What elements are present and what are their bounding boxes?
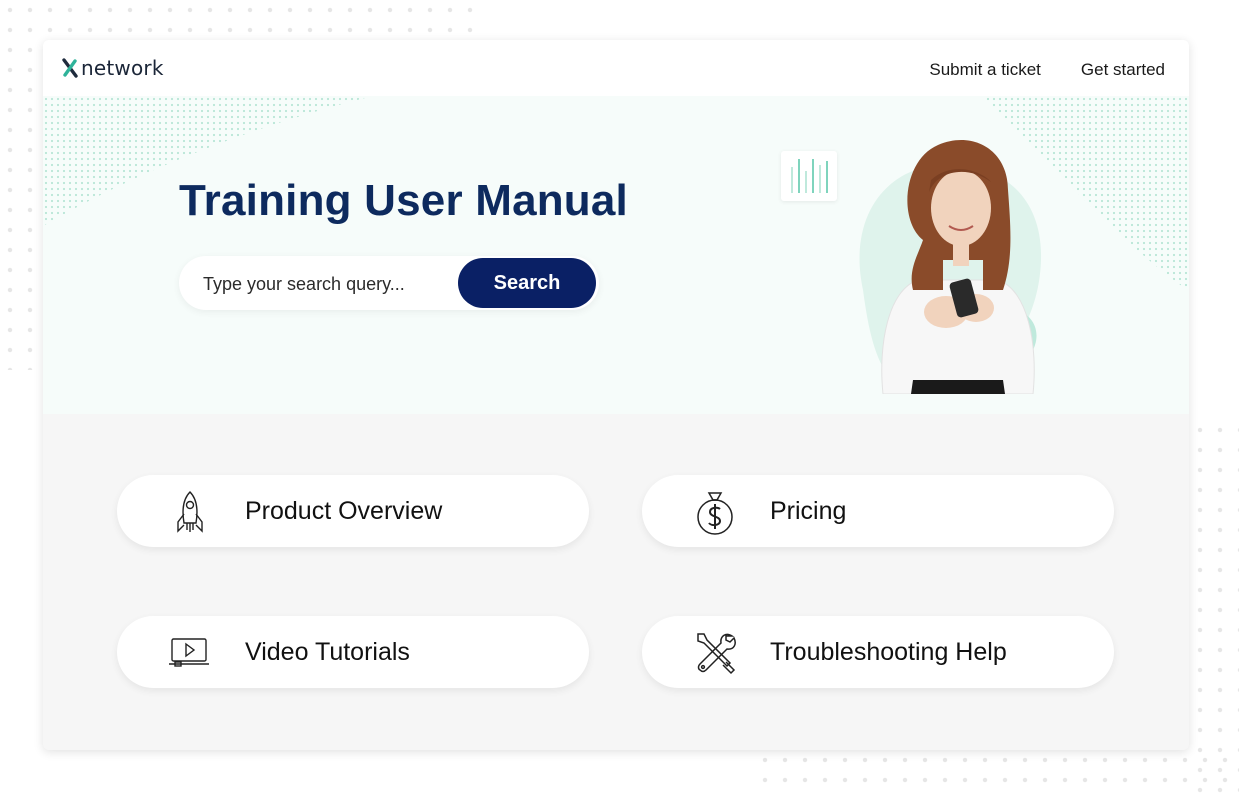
background-dot-pattern bbox=[755, 750, 1239, 797]
top-navigation-bar: network Submit a ticket Get started bbox=[43, 40, 1189, 96]
money-bag-icon bbox=[697, 492, 733, 535]
tools-icon bbox=[697, 633, 736, 675]
pricing-tile[interactable]: Pricing bbox=[642, 475, 1114, 547]
tile-label: Pricing bbox=[770, 497, 847, 525]
rocket-icon bbox=[177, 491, 203, 533]
search-bar: Search bbox=[179, 256, 599, 312]
tile-label: Video Tutorials bbox=[245, 638, 410, 666]
tile-label: Troubleshooting Help bbox=[770, 638, 1007, 666]
submit-ticket-link[interactable]: Submit a ticket bbox=[929, 60, 1041, 80]
background-dot-pattern bbox=[1190, 420, 1239, 797]
logo[interactable]: network bbox=[61, 56, 164, 80]
bar-chart-icon bbox=[791, 159, 828, 193]
bar-chart-badge bbox=[781, 151, 837, 201]
video-tutorials-tile[interactable]: Video Tutorials bbox=[117, 616, 589, 688]
search-input[interactable] bbox=[201, 256, 455, 312]
logo-text: network bbox=[81, 56, 164, 80]
page-card: network Submit a ticket Get started Trai… bbox=[43, 40, 1189, 750]
page-title: Training User Manual bbox=[179, 176, 628, 225]
tile-label: Product Overview bbox=[245, 497, 443, 525]
product-overview-tile[interactable]: Product Overview bbox=[117, 475, 589, 547]
search-button[interactable]: Search bbox=[458, 258, 596, 308]
video-player-icon bbox=[169, 638, 209, 667]
header-nav: Submit a ticket Get started bbox=[929, 60, 1165, 80]
hero-banner: Training User Manual Search bbox=[43, 96, 1189, 414]
troubleshooting-help-tile[interactable]: Troubleshooting Help bbox=[642, 616, 1114, 688]
x-logo-icon bbox=[62, 58, 78, 78]
woman-with-phone-illustration bbox=[859, 140, 1042, 394]
get-started-link[interactable]: Get started bbox=[1081, 60, 1165, 80]
